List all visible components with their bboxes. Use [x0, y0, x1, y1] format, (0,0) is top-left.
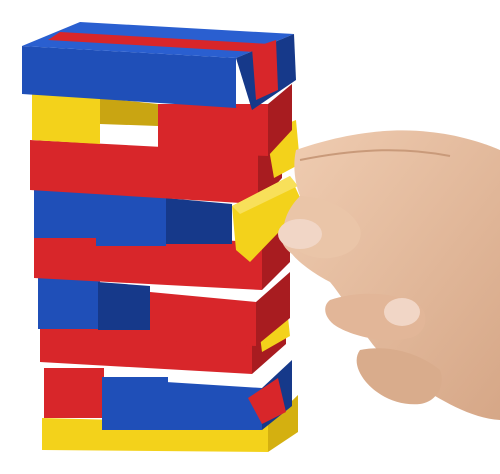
blue-block — [38, 275, 100, 329]
red-block — [44, 368, 104, 418]
photo-scene — [0, 0, 500, 474]
blue-block-shadow — [166, 198, 232, 244]
index-nail — [384, 298, 420, 326]
blue-block — [102, 377, 168, 430]
tower-illustration — [0, 0, 500, 474]
red-block — [158, 104, 268, 156]
yellow-block — [32, 92, 100, 144]
red-block-side — [252, 40, 278, 100]
blue-block-shadow — [98, 282, 150, 330]
blue-block — [166, 382, 262, 430]
blue-block — [96, 192, 166, 246]
thumb-nail — [278, 219, 322, 249]
